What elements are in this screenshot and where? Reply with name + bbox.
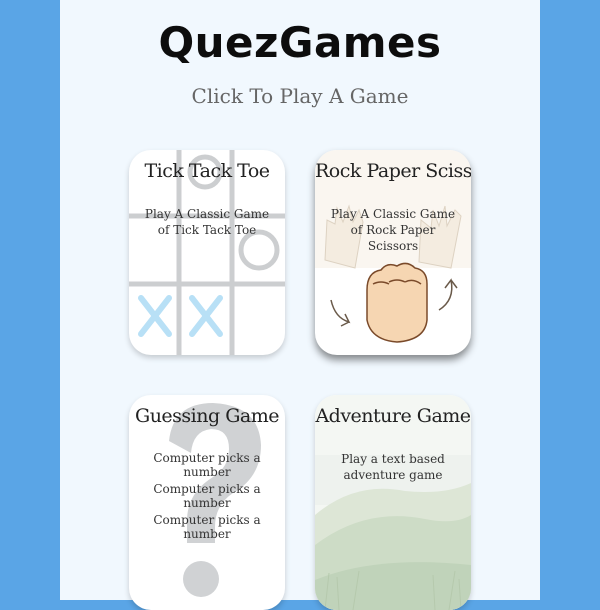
page-container: QuezGames Click To Play A Game Tick Tack… xyxy=(60,0,540,610)
card-title: Adventure Game xyxy=(315,405,471,427)
card-title: Tick Tack Toe xyxy=(144,160,270,182)
page-subtitle: Click To Play A Game xyxy=(191,84,409,108)
card-description-line: Computer picks a number xyxy=(153,482,261,510)
card-description: Play A Classic Game of Rock Paper Scisso… xyxy=(330,207,456,253)
card-description-line: Computer picks a number xyxy=(153,451,261,479)
card-title: Rock Paper Scissors xyxy=(315,160,471,182)
card-description: Play a text based adventure game xyxy=(341,452,445,482)
card-description-line: Computer picks a number xyxy=(153,513,261,541)
card-title: Guessing Game xyxy=(135,405,279,427)
site-title: QuezGames xyxy=(158,18,442,67)
game-card-guessing-game[interactable]: Guessing Game Computer picks a number Co… xyxy=(129,395,285,610)
game-card-tick-tack-toe[interactable]: Tick Tack Toe Play A Classic Game of Tic… xyxy=(129,150,285,355)
card-description: Play A Classic Game of Tick Tack Toe xyxy=(144,207,270,237)
game-card-adventure-game[interactable]: Adventure Game Play a text based adventu… xyxy=(315,395,471,610)
game-card-rock-paper-scissors[interactable]: Rock Paper Scissors Play A Classic Game … xyxy=(315,150,471,355)
grassy-hill-landscape-image xyxy=(315,395,471,610)
